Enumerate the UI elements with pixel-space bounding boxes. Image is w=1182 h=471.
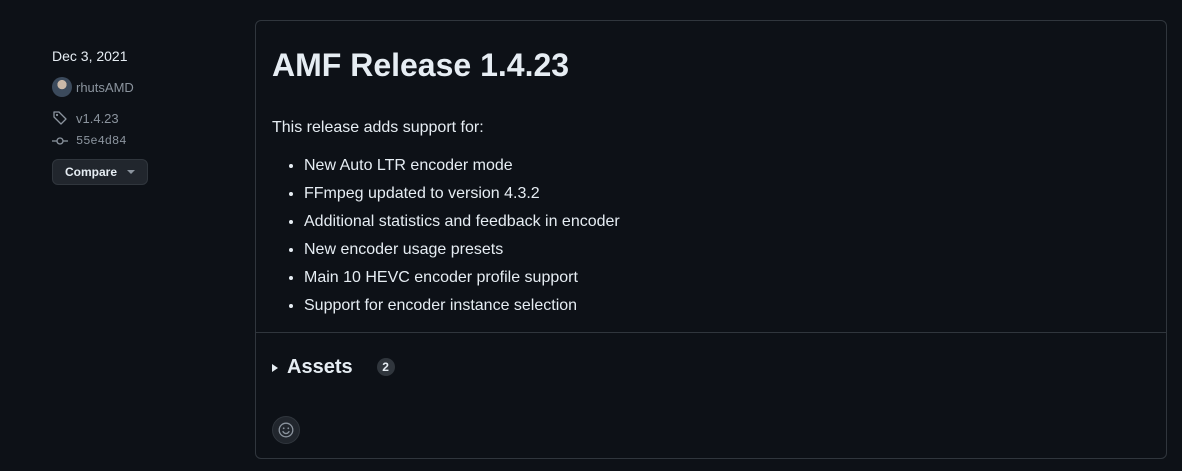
author-name[interactable]: rhutsAMD — [76, 80, 134, 95]
list-item: FFmpeg updated to version 4.3.2 — [304, 182, 1150, 206]
assets-count-badge: 2 — [376, 358, 395, 376]
release-sidebar: Dec 3, 2021 rhutsAMD v1.4.23 55e4d84 Com… — [52, 46, 242, 185]
tag-link[interactable]: v1.4.23 — [52, 108, 242, 128]
git-commit-icon — [52, 133, 68, 149]
tag-icon — [52, 110, 68, 126]
list-item: Additional statistics and feedback in en… — [304, 210, 1150, 234]
release-card: AMF Release 1.4.23 This release adds sup… — [255, 20, 1167, 459]
triangle-down-icon — [127, 170, 136, 174]
list-item: New Auto LTR encoder mode — [304, 154, 1150, 178]
commit-sha[interactable]: 55e4d84 — [76, 134, 126, 148]
compare-button[interactable]: Compare — [52, 159, 149, 185]
author-link[interactable]: rhutsAMD — [52, 77, 242, 97]
assets-title[interactable]: Assets — [287, 356, 353, 379]
release-title[interactable]: AMF Release 1.4.23 — [272, 45, 1150, 85]
smiley-icon — [278, 422, 294, 438]
add-reaction-button[interactable] — [272, 416, 300, 444]
list-item: Support for encoder instance selection — [304, 294, 1150, 318]
assets-toggle[interactable]: Assets 2 — [272, 354, 1166, 380]
triangle-right-icon — [272, 364, 278, 372]
release-date: Dec 3, 2021 — [52, 48, 128, 64]
release-intro: This release adds support for: — [272, 119, 484, 136]
feature-list: New Auto LTR encoder mode FFmpeg updated… — [272, 154, 1150, 318]
commit-link[interactable]: 55e4d84 — [52, 131, 242, 151]
list-item: Main 10 HEVC encoder profile support — [304, 266, 1150, 290]
tag-name[interactable]: v1.4.23 — [76, 111, 119, 126]
compare-label: Compare — [65, 165, 118, 179]
release-body: AMF Release 1.4.23 This release adds sup… — [256, 21, 1166, 333]
list-item: New encoder usage presets — [304, 238, 1150, 262]
avatar-icon[interactable] — [52, 77, 72, 97]
